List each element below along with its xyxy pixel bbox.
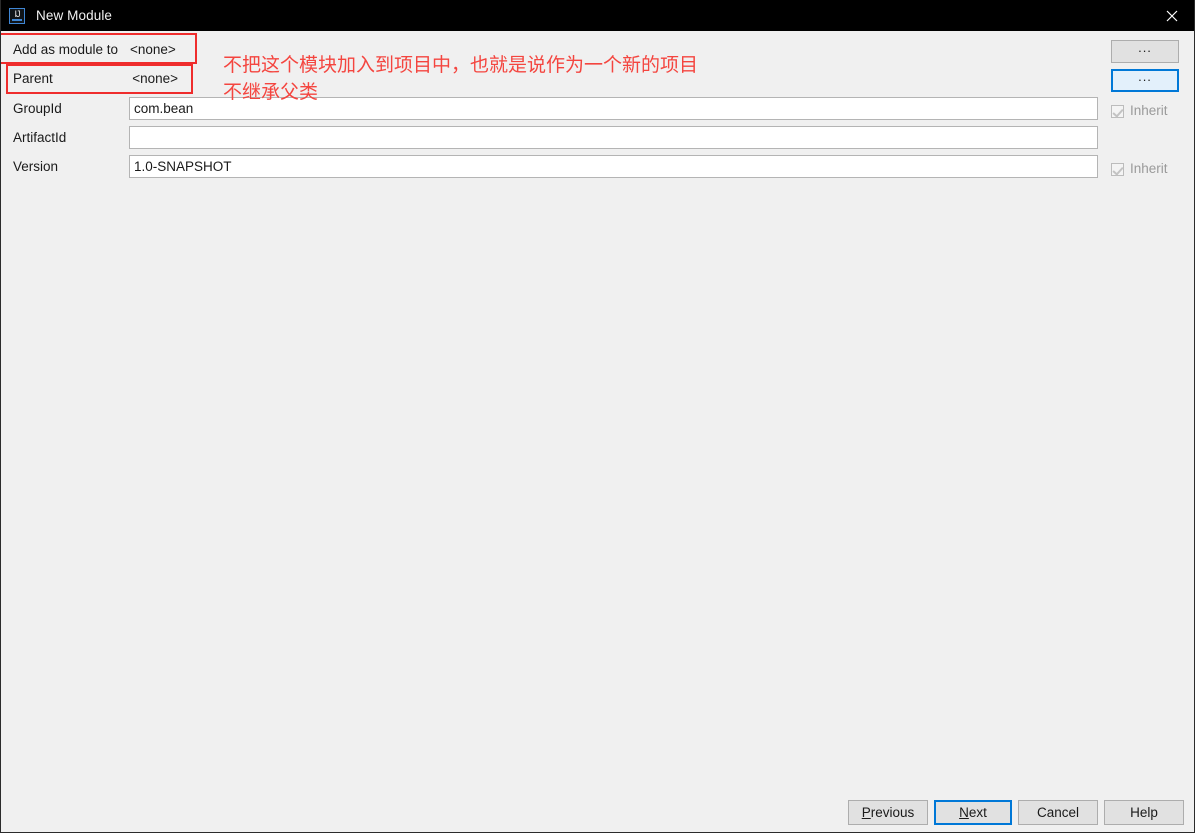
add-as-module-value[interactable]: <none>: [130, 35, 176, 64]
version-inherit-checkbox[interactable]: Inherit: [1111, 160, 1168, 178]
parent-label: Parent: [13, 71, 53, 86]
groupid-input[interactable]: [129, 97, 1098, 120]
browse-parent-button-label: ...: [1138, 69, 1152, 84]
browse-parent-button[interactable]: ...: [1111, 69, 1179, 92]
help-button-label: Help: [1130, 805, 1158, 820]
checkbox-checked-icon: [1111, 162, 1124, 176]
cancel-button-label: Cancel: [1036, 805, 1080, 820]
version-input[interactable]: [129, 155, 1098, 178]
previous-button[interactable]: Previous: [848, 800, 928, 825]
help-button[interactable]: Help: [1104, 800, 1184, 825]
window-title: New Module: [36, 8, 113, 23]
checkbox-checked-icon: [1111, 104, 1124, 118]
groupid-label: GroupId: [13, 101, 62, 116]
new-module-dialog: IJ New Module Add as module to <none> ..…: [0, 0, 1195, 833]
browse-module-button-label: ...: [1138, 40, 1152, 55]
artifactid-label: ArtifactId: [13, 130, 67, 145]
parent-value[interactable]: <none>: [130, 64, 178, 93]
version-inherit-label: Inherit: [1130, 161, 1168, 176]
previous-button-label: Previous: [861, 805, 915, 820]
version-label: Version: [13, 159, 59, 174]
cancel-button[interactable]: Cancel: [1018, 800, 1098, 825]
intellij-idea-icon: IJ: [9, 7, 25, 24]
groupid-inherit-label: Inherit: [1130, 103, 1168, 118]
title-bar: IJ New Module: [1, 0, 1194, 31]
groupid-inherit-checkbox[interactable]: Inherit: [1111, 102, 1168, 120]
add-as-module-label: Add as module to: [13, 42, 119, 57]
app-icon-text: IJ: [14, 9, 20, 19]
parent-row: Parent <none>: [1, 64, 1194, 93]
artifactid-input[interactable]: [129, 126, 1098, 149]
next-button[interactable]: Next: [934, 800, 1012, 825]
add-as-module-row: Add as module to <none>: [1, 35, 1194, 64]
browse-module-button[interactable]: ...: [1111, 40, 1179, 63]
close-icon[interactable]: [1149, 0, 1194, 31]
next-button-label: Next: [959, 805, 987, 820]
